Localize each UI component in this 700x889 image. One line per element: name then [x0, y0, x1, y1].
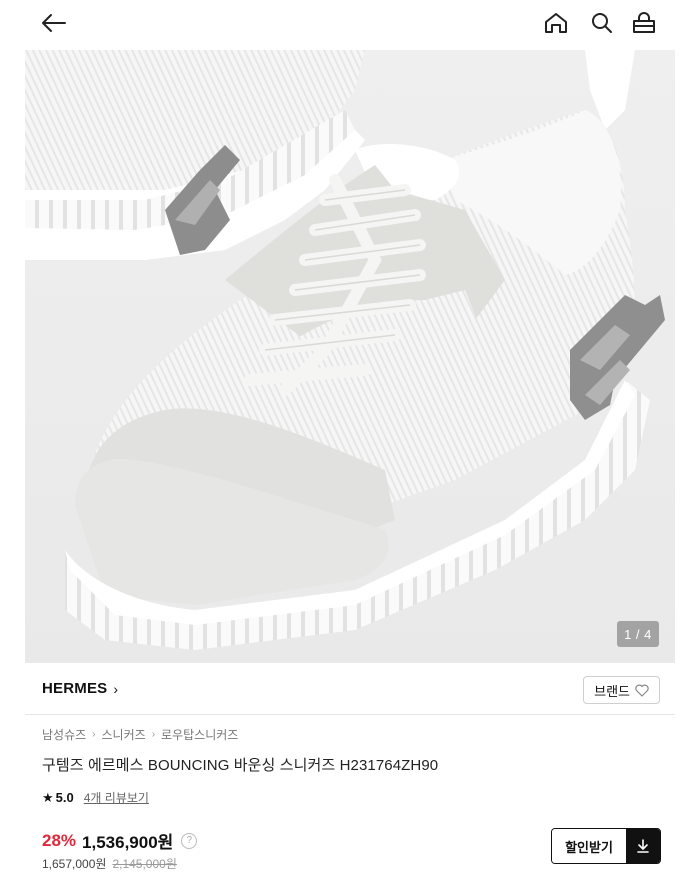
subprices: 1,657,000원 2,145,000원	[42, 855, 177, 872]
chevron-right-icon: ›	[113, 680, 119, 697]
heart-icon	[635, 684, 649, 697]
shopping-bag-icon[interactable]	[628, 7, 660, 39]
sub-price: 1,657,000원	[42, 857, 107, 871]
image-counter: 1 / 4	[617, 621, 659, 647]
help-icon[interactable]: ?	[181, 832, 198, 849]
download-icon	[626, 829, 660, 863]
rating-number: 5.0	[55, 790, 74, 805]
brand-like-button[interactable]: 브랜드	[583, 676, 660, 704]
coupon-button[interactable]: 할인받기	[551, 828, 661, 864]
product-image[interactable]: 1 / 4	[25, 50, 675, 663]
coupon-label: 할인받기	[552, 829, 626, 863]
divider	[25, 714, 675, 715]
search-icon[interactable]	[586, 7, 618, 39]
product-title: 구템즈 에르메스 BOUNCING 바운싱 스니커즈 H231764ZH90	[42, 757, 439, 774]
top-bar	[0, 0, 700, 48]
brand-button-label: 브랜드	[594, 683, 630, 699]
brand-name: HERMES	[42, 680, 108, 697]
back-arrow-icon[interactable]	[38, 7, 70, 39]
breadcrumb-separator: ›	[151, 729, 156, 740]
original-price: 2,145,000원	[112, 857, 177, 871]
rating-value: ★ 5.0	[42, 790, 74, 806]
breadcrumb-item[interactable]: 남성슈즈	[42, 726, 86, 743]
star-icon: ★	[42, 789, 54, 805]
breadcrumb-item[interactable]: 로우탑스니커즈	[161, 726, 238, 743]
discount-rate: 28%	[42, 830, 77, 850]
sale-price: 1,536,900원	[82, 833, 174, 852]
review-link[interactable]: 4개 리뷰보기	[84, 789, 149, 806]
price-row: 28% 1,536,900원 ?	[42, 828, 198, 853]
brand-row: HERMES › 브랜드	[42, 676, 660, 706]
rating-row: ★ 5.0 4개 리뷰보기	[42, 789, 149, 806]
home-icon[interactable]	[540, 7, 572, 39]
breadcrumb: 남성슈즈 › 스니커즈 › 로우탑스니커즈	[42, 726, 238, 743]
brand-link[interactable]: HERMES ›	[42, 680, 118, 697]
breadcrumb-item[interactable]: 스니커즈	[102, 726, 146, 743]
breadcrumb-separator: ›	[92, 729, 96, 740]
sneaker-illustration	[25, 50, 675, 663]
